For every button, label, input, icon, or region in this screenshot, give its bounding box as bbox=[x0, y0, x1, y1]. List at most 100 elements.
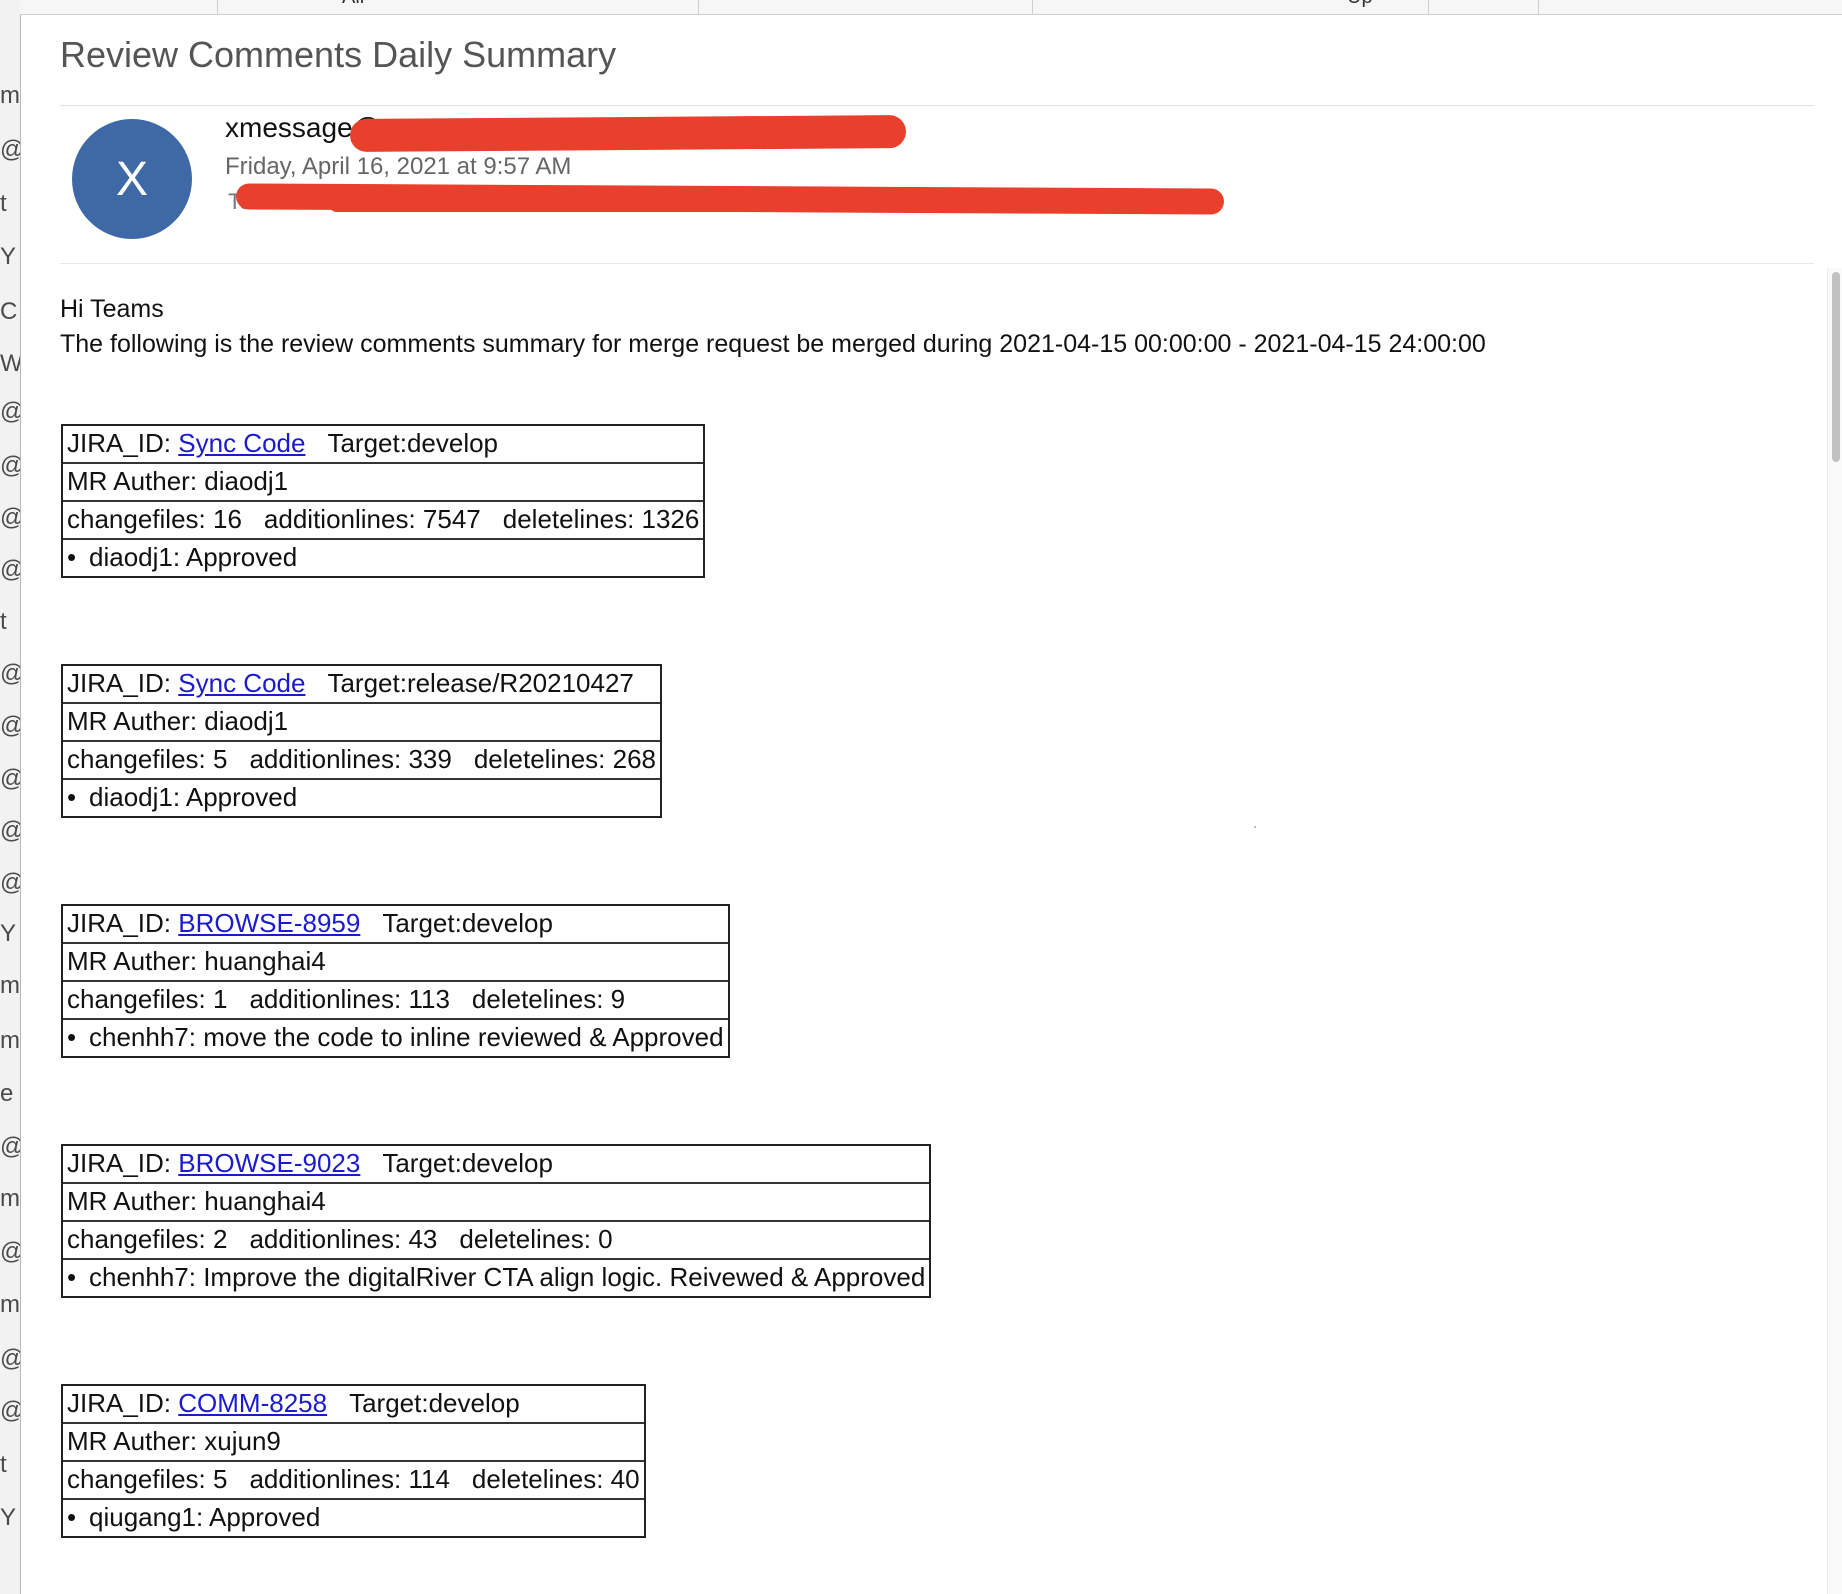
list-item-fragment[interactable]: Y bbox=[0, 243, 20, 271]
list-item-fragment[interactable]: @ bbox=[0, 398, 20, 426]
list-item-fragment[interactable]: @ bbox=[0, 712, 20, 740]
mr-deletelines: deletelines: 40 bbox=[471, 1464, 640, 1494]
list-item-fragment[interactable]: Y bbox=[0, 1504, 20, 1532]
bullet-icon: • bbox=[67, 542, 77, 572]
list-item-fragment[interactable]: m bbox=[0, 1291, 20, 1319]
mr-target: Target:develop bbox=[382, 1148, 553, 1178]
avatar-letter: X bbox=[115, 152, 148, 206]
background-message-list-strip[interactable]: m@tYCW@@@@t@@@@@Ymme@m@m@@tY bbox=[0, 0, 21, 1594]
list-item-fragment[interactable]: @ bbox=[0, 817, 20, 845]
mr-additionlines: additionlines: 43 bbox=[249, 1224, 438, 1254]
list-item-fragment[interactable]: m bbox=[0, 1027, 20, 1055]
greeting: Hi Teams bbox=[60, 295, 164, 323]
list-item-fragment[interactable]: Y bbox=[0, 920, 20, 948]
list-item-fragment[interactable]: @ bbox=[0, 1238, 20, 1266]
divider bbox=[60, 263, 1814, 264]
list-item-fragment[interactable]: t bbox=[0, 1451, 20, 1479]
bullet-icon: • bbox=[67, 1262, 77, 1292]
stray-dot bbox=[1254, 826, 1256, 828]
mr-jira-row: JIRA_ID: COMM-8258 Target:develop bbox=[63, 1386, 644, 1424]
jira-link[interactable]: BROWSE-8959 bbox=[178, 908, 360, 938]
mr-author-row: MR Auther: xujun9 bbox=[63, 1424, 644, 1462]
scrollbar-track[interactable] bbox=[1827, 268, 1842, 1594]
mr-jira-row: JIRA_ID: BROWSE-9023 Target:develop bbox=[63, 1146, 930, 1184]
mr-additionlines: additionlines: 339 bbox=[249, 744, 452, 774]
bullet-icon: • bbox=[67, 1022, 77, 1052]
mr-changefiles: changefiles: 1 bbox=[67, 984, 228, 1014]
column-header-all[interactable]: All bbox=[342, 0, 364, 9]
mr-author-row: MR Auther: diaodj1 bbox=[63, 464, 704, 502]
list-item-fragment[interactable]: @ bbox=[0, 765, 20, 793]
mr-author: MR Auther: diaodj1 bbox=[67, 706, 289, 736]
list-item-fragment[interactable]: @ bbox=[0, 1133, 20, 1161]
review-comment: diaodj1: Approved bbox=[89, 542, 298, 572]
review-comment: chenhh7: move the code to inline reviewe… bbox=[89, 1022, 724, 1052]
sent-date: Friday, April 16, 2021 at 9:57 AM bbox=[225, 153, 572, 180]
email-body-intro: Hi Teams The following is the review com… bbox=[60, 292, 1486, 362]
list-item-fragment[interactable]: m bbox=[0, 1185, 20, 1213]
merge-request-table: JIRA_ID: Sync Code Target:release/R202104… bbox=[61, 664, 662, 818]
merge-request-table: JIRA_ID: BROWSE-9023 Target:develop MR Aut… bbox=[61, 1144, 932, 1298]
list-item-fragment[interactable]: @ bbox=[0, 869, 20, 897]
list-item-fragment[interactable]: @ bbox=[0, 452, 20, 480]
divider bbox=[60, 105, 1814, 106]
mr-additionlines: additionlines: 113 bbox=[249, 984, 450, 1014]
mr-comment-row: • diaodj1: Approved bbox=[63, 540, 703, 576]
list-item-fragment[interactable]: e bbox=[0, 1080, 20, 1108]
jira-link[interactable]: BROWSE-9023 bbox=[178, 1148, 360, 1178]
list-item-fragment[interactable]: @ bbox=[0, 556, 20, 584]
mr-author: MR Auther: huanghai4 bbox=[67, 946, 326, 976]
mr-additionlines: additionlines: 114 bbox=[249, 1464, 450, 1494]
list-item-fragment[interactable]: t bbox=[0, 608, 20, 636]
redaction-mark bbox=[330, 199, 1190, 212]
column-separator bbox=[1032, 0, 1033, 14]
mr-target: Target:develop bbox=[382, 908, 553, 938]
mr-stats-row: changefiles: 16 additionlines: 7547 delete… bbox=[63, 502, 704, 540]
mr-stats-row: changefiles: 2 additionlines: 43 deletelin… bbox=[63, 1222, 930, 1260]
column-header-up[interactable]: Up bbox=[1347, 0, 1373, 9]
list-item-fragment[interactable]: C bbox=[0, 298, 20, 326]
mr-jira-row: JIRA_ID: Sync Code Target:release/R202104… bbox=[63, 666, 660, 704]
column-separator bbox=[217, 0, 218, 14]
list-item-fragment[interactable]: @ bbox=[0, 660, 20, 688]
list-item-fragment[interactable]: @ bbox=[0, 1397, 20, 1425]
list-item-fragment[interactable]: m bbox=[0, 972, 20, 1000]
review-comment: chenhh7: Improve the digitalRiver CTA al… bbox=[89, 1262, 926, 1292]
mr-author-row: MR Auther: huanghai4 bbox=[63, 1184, 930, 1222]
list-item-fragment[interactable]: W bbox=[0, 350, 20, 378]
mr-deletelines: deletelines: 268 bbox=[473, 744, 656, 774]
jira-label: JIRA_ID: bbox=[67, 908, 172, 938]
merge-request-table: JIRA_ID: COMM-8258 Target:develop MR Authe… bbox=[61, 1384, 646, 1538]
mr-author: MR Auther: xujun9 bbox=[67, 1426, 281, 1456]
review-comment: qiugang1: Approved bbox=[89, 1502, 321, 1532]
jira-link[interactable]: COMM-8258 bbox=[178, 1388, 327, 1418]
list-item-fragment[interactable]: @ bbox=[0, 504, 20, 532]
mr-changefiles: changefiles: 16 bbox=[67, 504, 242, 534]
mr-jira-row: JIRA_ID: Sync Code Target:develop bbox=[63, 426, 704, 464]
review-comment: diaodj1: Approved bbox=[89, 782, 298, 812]
mr-additionlines: additionlines: 7547 bbox=[263, 504, 481, 534]
column-separator bbox=[698, 0, 699, 14]
list-item-fragment[interactable]: m bbox=[0, 82, 20, 110]
mr-comment-row: • chenhh7: Improve the digitalRiver CTA a… bbox=[63, 1260, 929, 1296]
jira-label: JIRA_ID: bbox=[67, 668, 172, 698]
mr-deletelines: deletelines: 1326 bbox=[502, 504, 700, 534]
mr-target: Target:release/R20210427 bbox=[327, 668, 634, 698]
list-item-fragment[interactable]: @ bbox=[0, 1345, 20, 1373]
column-header-bar[interactable]: All Up bbox=[20, 0, 1842, 15]
jira-label: JIRA_ID: bbox=[67, 1148, 172, 1178]
mr-author-row: MR Auther: diaodj1 bbox=[63, 704, 660, 742]
mr-author: MR Auther: diaodj1 bbox=[67, 466, 289, 496]
mr-jira-row: JIRA_ID: BROWSE-8959 Target:develop bbox=[63, 906, 728, 944]
mr-comment-row: • chenhh7: move the code to inline review… bbox=[63, 1020, 728, 1056]
list-item-fragment[interactable]: t bbox=[0, 190, 20, 218]
jira-label: JIRA_ID: bbox=[67, 428, 172, 458]
redaction-mark bbox=[349, 115, 907, 152]
list-item-fragment[interactable]: @ bbox=[0, 136, 20, 164]
jira-link[interactable]: Sync Code bbox=[178, 668, 305, 698]
email-subject: Review Comments Daily Summary bbox=[60, 34, 617, 75]
mr-author: MR Auther: huanghai4 bbox=[67, 1186, 326, 1216]
mr-deletelines: deletelines: 0 bbox=[459, 1224, 613, 1254]
jira-link[interactable]: Sync Code bbox=[178, 428, 305, 458]
scrollbar-thumb[interactable] bbox=[1832, 272, 1840, 462]
